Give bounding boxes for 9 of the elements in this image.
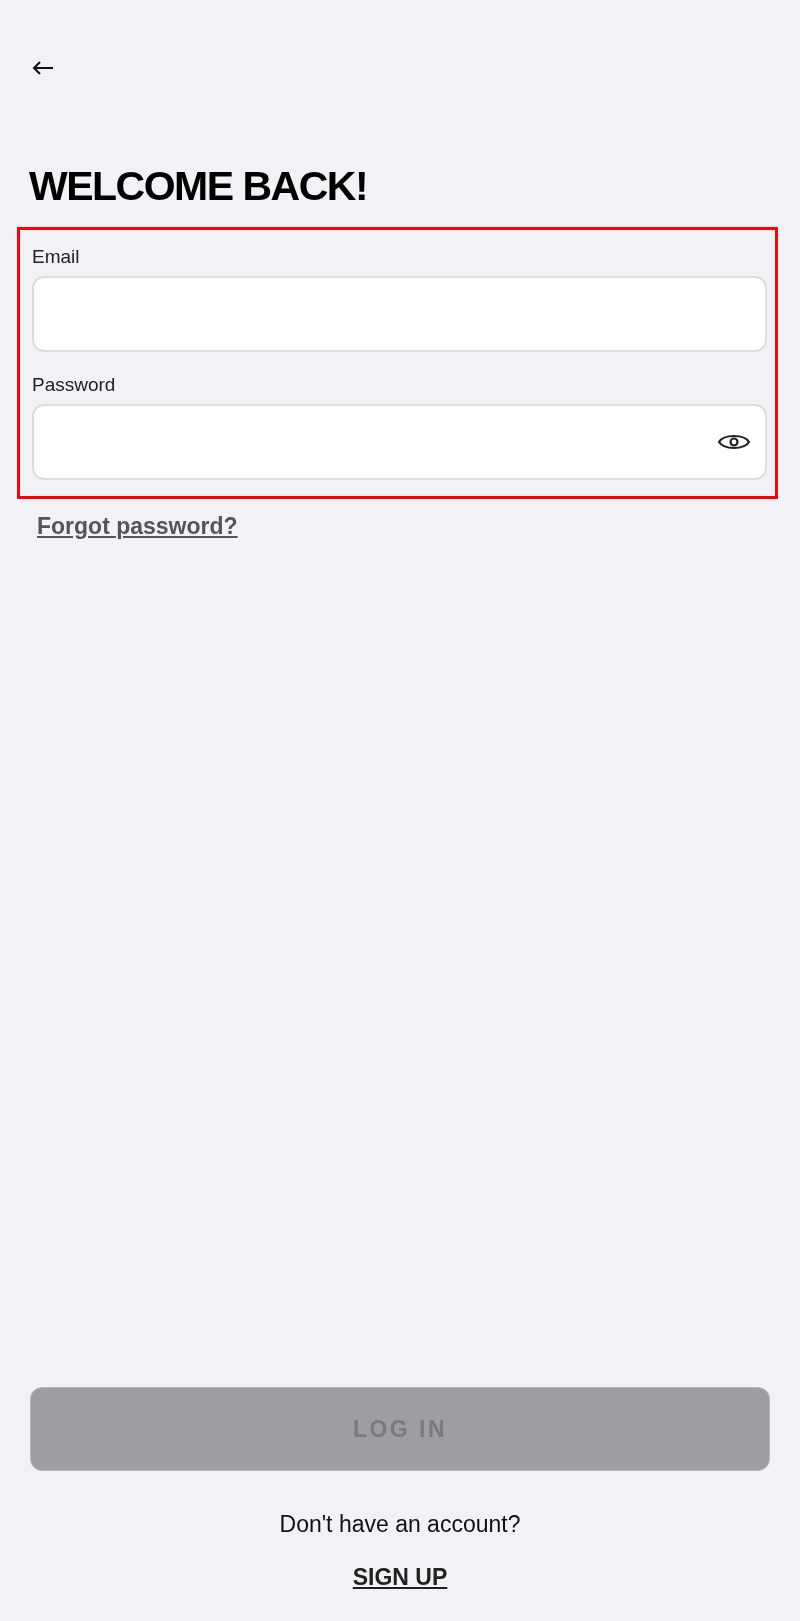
back-arrow-icon: [32, 60, 54, 76]
field-label: Password: [32, 374, 116, 396]
email-field[interactable]: [32, 276, 767, 352]
field-label: Email: [32, 246, 80, 268]
signup-link[interactable]: SIGN UP: [352, 1564, 448, 1591]
signup-prompt: Don't have an account?: [279, 1511, 521, 1538]
password-field[interactable]: [32, 404, 767, 480]
page-title: WELCOME BACK!: [29, 166, 369, 207]
forgot-password-link[interactable]: Forgot password?: [37, 513, 238, 540]
